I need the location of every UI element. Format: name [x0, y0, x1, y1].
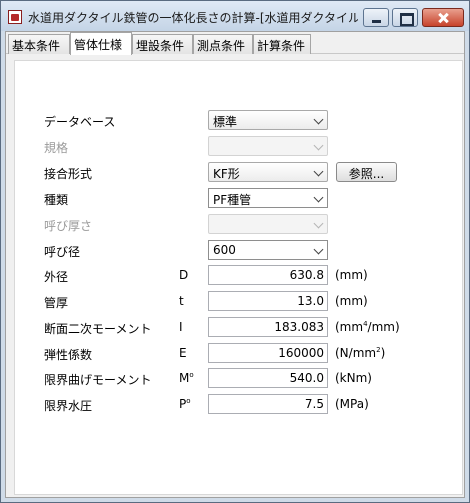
joint-select[interactable]: KF形 [208, 162, 328, 182]
modulus-row: 弾性係数 E 160000 (N/mm2) [15, 343, 464, 363]
outer-diameter-field[interactable]: 630.8 [208, 265, 328, 285]
modulus-field[interactable]: 160000 [208, 343, 328, 363]
thickness-label: 呼び厚さ [44, 219, 93, 233]
modulus-symbol: E [179, 346, 187, 360]
app-window: 水道用ダクタイル鉄管の一体化長さの計算-[水道用ダクタイル鉄管... 基本条件 … [0, 0, 470, 503]
water-pressure-field[interactable]: 7.5 [208, 394, 328, 414]
wall-thickness-label: 管厚 [44, 296, 69, 310]
water-pressure-label: 限界水圧 [44, 399, 93, 413]
tab-pipe-spec[interactable]: 管体仕様 [70, 32, 132, 55]
outer-diameter-row: 外径 D 630.8 (mm) [15, 265, 464, 285]
bending-moment-field[interactable]: 540.0 [208, 368, 328, 388]
tab-strip: 基本条件 管体仕様 埋設条件 測点条件 計算条件 [6, 32, 464, 55]
tab-calc-conditions[interactable]: 計算条件 [253, 34, 311, 54]
outer-diameter-unit: (mm) [335, 268, 368, 282]
tab-survey-conditions[interactable]: 測点条件 [193, 34, 253, 54]
kind-value: PF種管 [213, 193, 252, 207]
title-bar[interactable]: 水道用ダクタイル鉄管の一体化長さの計算-[水道用ダクタイル鉄管... [1, 1, 469, 31]
inertia-unit: (mm4/mm) [335, 320, 400, 334]
close-button[interactable] [422, 8, 464, 27]
tab-burial-conditions[interactable]: 埋設条件 [132, 34, 193, 54]
joint-label: 接合形式 [44, 167, 93, 181]
kind-row: 種類 PF種管 [15, 188, 464, 208]
minimize-button[interactable] [363, 8, 389, 27]
pipe-spec-panel: データベース 標準 規格 接合形式 KF形 参照... 種類 PF種管 呼び厚さ… [14, 60, 463, 495]
browse-button[interactable]: 参照... [336, 162, 397, 182]
nominal-label: 呼び径 [44, 245, 81, 259]
database-select[interactable]: 標準 [208, 110, 328, 130]
nominal-row: 呼び径 600 [15, 240, 464, 260]
chevron-down-icon [313, 140, 324, 151]
maximize-button[interactable] [392, 8, 418, 27]
standard-row: 規格 [15, 136, 464, 156]
modulus-label: 弾性係数 [44, 348, 93, 362]
thickness-row: 呼び厚さ [15, 214, 464, 234]
joint-row: 接合形式 KF形 参照... [15, 162, 464, 182]
water-pressure-unit: (MPa) [335, 397, 369, 411]
database-row: データベース 標準 [15, 110, 464, 130]
nominal-value: 600 [213, 243, 236, 257]
standard-label: 規格 [44, 141, 69, 155]
outer-diameter-symbol: D [179, 268, 189, 282]
inertia-label: 断面二次モーメント [44, 322, 152, 336]
chevron-down-icon [313, 192, 324, 203]
chevron-down-icon [313, 166, 324, 177]
app-icon[interactable] [8, 10, 22, 24]
bending-moment-symbol: Mo [179, 371, 194, 385]
bending-moment-unit: (kNm) [335, 371, 372, 385]
inertia-row: 断面二次モーメント I 183.083 (mm4/mm) [15, 317, 464, 337]
kind-label: 種類 [44, 193, 69, 207]
window-title: 水道用ダクタイル鉄管の一体化長さの計算-[水道用ダクタイル鉄管... [28, 11, 358, 25]
kind-select[interactable]: PF種管 [208, 188, 328, 208]
standard-select [208, 136, 328, 156]
modulus-unit: (N/mm2) [335, 346, 386, 360]
bending-moment-label: 限界曲げモーメント [44, 373, 152, 387]
chevron-down-icon [313, 114, 324, 125]
bending-moment-row: 限界曲げモーメント Mo 540.0 (kNm) [15, 368, 464, 388]
chevron-down-icon [313, 218, 324, 229]
client-area: 基本条件 管体仕様 埋設条件 測点条件 計算条件 データベース 標準 規格 接合… [5, 31, 465, 498]
database-label: データベース [44, 115, 116, 129]
outer-diameter-label: 外径 [44, 270, 69, 284]
wall-thickness-unit: (mm) [335, 294, 368, 308]
inertia-symbol: I [179, 320, 183, 334]
nominal-select[interactable]: 600 [208, 240, 328, 260]
database-value: 標準 [213, 115, 238, 129]
tab-basic-conditions[interactable]: 基本条件 [8, 34, 70, 54]
wall-thickness-row: 管厚 t 13.0 (mm) [15, 291, 464, 311]
water-pressure-symbol: Po [179, 397, 191, 411]
wall-thickness-field[interactable]: 13.0 [208, 291, 328, 311]
wall-thickness-symbol: t [179, 294, 184, 308]
chevron-down-icon [313, 244, 324, 255]
thickness-select [208, 214, 328, 234]
joint-value: KF形 [213, 167, 240, 181]
water-pressure-row: 限界水圧 Po 7.5 (MPa) [15, 394, 464, 414]
inertia-field[interactable]: 183.083 [208, 317, 328, 337]
